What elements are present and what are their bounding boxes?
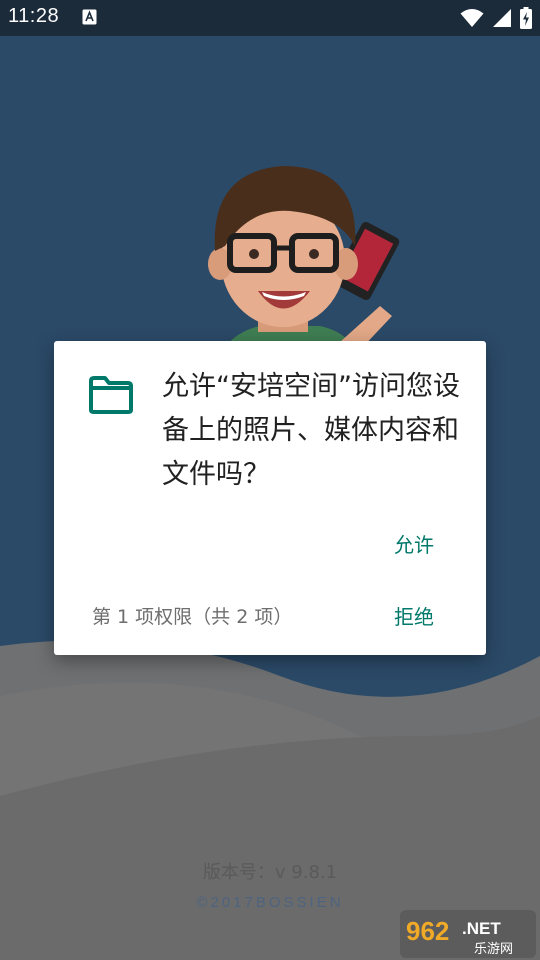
site-watermark-logo: 962 .NET 乐游网 <box>400 910 536 958</box>
watermark-suffix: .NET <box>462 919 501 938</box>
status-time: 11:28 <box>8 5 60 27</box>
dialog-message: 允许“安培空间”访问您设备上的照片、媒体内容和文件吗？ <box>162 371 460 490</box>
cell-signal-icon <box>493 9 511 27</box>
deny-button[interactable]: 拒绝 <box>394 597 434 634</box>
allow-button[interactable]: 允许 <box>394 525 434 562</box>
permission-counter: 第 1 项权限（共 2 项） <box>92 606 293 628</box>
wifi-icon <box>460 9 484 27</box>
app-notification-icon <box>82 9 97 25</box>
status-icons <box>460 6 532 30</box>
copyright-label: ©2017BOSSIEN <box>196 894 344 911</box>
battery-charging-icon <box>520 7 532 29</box>
status-bar: 11:28 <box>0 0 540 36</box>
watermark-number: 962 <box>406 916 449 946</box>
folder-icon <box>89 376 133 414</box>
version-label: 版本号：v 9.8.1 <box>202 862 338 883</box>
permission-dialog: 允许“安培空间”访问您设备上的照片、媒体内容和文件吗？ 允许 第 1 项权限（共… <box>54 341 486 655</box>
watermark-site: 乐游网 <box>474 942 513 957</box>
